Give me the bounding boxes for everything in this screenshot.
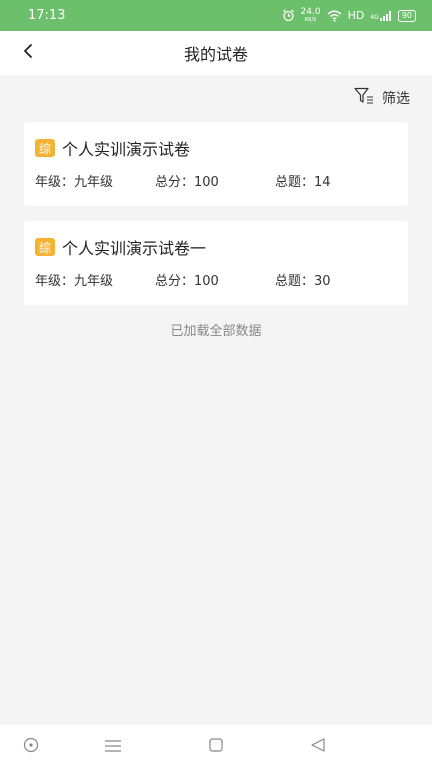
page-title: 我的试卷 [183, 45, 248, 64]
nav-home-button[interactable] [204, 735, 228, 759]
paper-total-questions: 总题：14 [275, 175, 331, 190]
all-loaded-note: 已加载全部数据 [170, 324, 262, 339]
filter-icon [354, 87, 374, 109]
status-bar: 17:13 24.0 KB/S HD 4G 90 [0, 0, 432, 31]
nav-menu-button[interactable] [101, 735, 125, 759]
paper-type-badge: 综 [35, 238, 55, 256]
paper-title-row: 综 个人实训演示试卷 [35, 136, 398, 160]
filter-label: 筛选 [382, 91, 410, 107]
alarm-icon [282, 9, 295, 22]
paper-total-score: 总分：100 [155, 175, 219, 190]
paper-total-score: 总分：100 [155, 274, 219, 289]
wifi-icon [327, 10, 342, 22]
paper-meta: 年级：九年级 总分：100 总题：14 [35, 171, 398, 190]
signal-icon: 4G [370, 10, 391, 21]
status-time: 17:13 [28, 8, 66, 23]
paper-meta: 年级：九年级 总分：100 总题：30 [35, 270, 398, 289]
paper-grade: 年级：九年级 [35, 175, 114, 190]
back-button[interactable] [14, 39, 42, 67]
paper-type-badge: 综 [35, 139, 55, 157]
net-speed-unit: KB/S [304, 16, 317, 23]
filter-button[interactable]: 筛选 [354, 86, 410, 110]
net-speed: 24.0 KB/S [300, 6, 321, 24]
status-icons: 24.0 KB/S HD 4G 90 [282, 6, 416, 24]
battery-icon: 90 [397, 9, 416, 22]
triangle-back-icon [310, 737, 326, 757]
signal-label: 4G [370, 13, 379, 21]
net-speed-value: 24.0 [300, 6, 321, 17]
square-icon [208, 737, 224, 757]
paper-total-questions: 总题：30 [275, 274, 331, 289]
paper-title: 个人实训演示试卷 [62, 140, 191, 159]
nav-assistant-button[interactable] [19, 735, 43, 759]
hd-label: HD [347, 9, 365, 22]
menu-icon [104, 738, 122, 757]
paper-card[interactable]: 综 个人实训演示试卷一 年级：九年级 总分：100 总题：30 [24, 221, 408, 305]
system-nav-bar [0, 725, 432, 768]
paper-title: 个人实训演示试卷一 [62, 239, 207, 258]
paper-grade: 年级：九年级 [35, 274, 114, 289]
circle-dot-icon [23, 737, 39, 757]
nav-back-button[interactable] [306, 735, 330, 759]
chevron-left-icon [22, 43, 34, 63]
battery-level: 90 [401, 10, 412, 20]
paper-card[interactable]: 综 个人实训演示试卷 年级：九年级 总分：100 总题：14 [24, 122, 408, 206]
app-header: 我的试卷 [0, 31, 432, 75]
paper-title-row: 综 个人实训演示试卷一 [35, 235, 398, 259]
